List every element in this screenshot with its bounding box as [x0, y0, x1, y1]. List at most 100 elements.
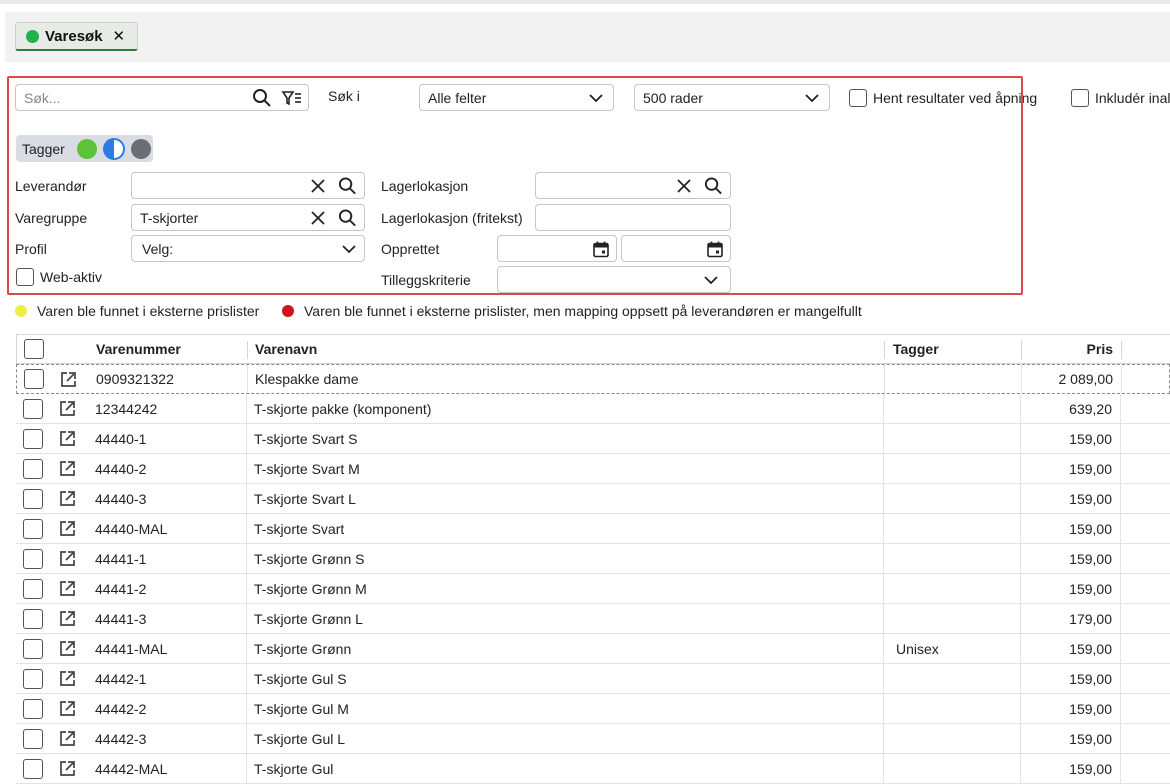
open-external-icon[interactable] — [59, 634, 76, 663]
table-row[interactable]: 44442-MAL T-skjorte Gul 159,00 — [16, 754, 1170, 784]
table-row[interactable]: 44441-MAL T-skjorte Grønn Unisex 159,00 — [16, 634, 1170, 664]
open-external-icon[interactable] — [59, 514, 76, 543]
tagger-label: Tagger — [22, 140, 65, 157]
cell-pris: 159,00 — [1069, 640, 1112, 657]
hent-resultater-checkbox[interactable]: Hent resultater ved åpning — [849, 89, 1037, 107]
header-tagger[interactable]: Tagger — [893, 335, 939, 363]
table-row[interactable]: 44442-3 T-skjorte Gul L 159,00 — [16, 724, 1170, 754]
search-icon[interactable] — [338, 208, 357, 227]
table-row[interactable]: 44441-1 T-skjorte Grønn S 159,00 — [16, 544, 1170, 574]
lagerlokasjon-fritekst-label: Lagerlokasjon (fritekst) — [381, 210, 523, 226]
row-checkbox[interactable] — [23, 694, 43, 723]
tagger-filter[interactable]: Tagger — [16, 135, 153, 162]
open-external-icon[interactable] — [59, 484, 76, 513]
cell-varenavn: T-skjorte pakke (komponent) — [254, 400, 432, 417]
clear-icon[interactable] — [310, 210, 326, 226]
chevron-down-icon — [589, 93, 603, 103]
cell-varenummer: 44442-3 — [95, 730, 147, 747]
profil-select[interactable]: Velg: — [131, 235, 365, 262]
search-input[interactable]: Søk... — [15, 84, 309, 111]
row-checkbox[interactable] — [23, 634, 43, 663]
row-checkbox[interactable] — [23, 574, 43, 603]
cell-tagger: Unisex — [896, 640, 939, 657]
open-external-icon[interactable] — [59, 574, 76, 603]
open-external-icon[interactable] — [59, 544, 76, 573]
close-tab-icon[interactable]: ✕ — [113, 27, 126, 45]
cell-varenummer: 44440-3 — [95, 490, 147, 507]
search-icon[interactable] — [704, 176, 723, 195]
row-checkbox[interactable] — [23, 454, 43, 483]
header-varenummer[interactable]: Varenummer — [96, 335, 181, 363]
row-checkbox[interactable] — [23, 664, 43, 693]
web-aktiv-checkbox[interactable]: Web-aktiv — [16, 268, 102, 286]
row-checkbox[interactable] — [23, 514, 43, 543]
open-external-icon[interactable] — [59, 604, 76, 633]
checkbox-box[interactable] — [849, 89, 867, 107]
table-row[interactable]: 44441-2 T-skjorte Grønn M 159,00 — [16, 574, 1170, 604]
calendar-icon[interactable] — [707, 240, 723, 257]
checkbox-box[interactable] — [16, 268, 34, 286]
table-row[interactable]: 44441-3 T-skjorte Grønn L 179,00 — [16, 604, 1170, 634]
cell-varenummer: 44442-1 — [95, 670, 147, 687]
row-checkbox[interactable] — [23, 544, 43, 573]
half-tag-icon[interactable] — [102, 137, 125, 160]
open-external-icon[interactable] — [59, 394, 76, 423]
open-external-icon[interactable] — [59, 694, 76, 723]
row-checkbox[interactable] — [24, 365, 44, 393]
leverandor-input[interactable] — [131, 172, 365, 199]
open-external-icon[interactable] — [59, 664, 76, 693]
filter-icon[interactable] — [281, 88, 303, 108]
table-row[interactable]: 44440-2 T-skjorte Svart M 159,00 — [16, 454, 1170, 484]
open-external-icon[interactable] — [60, 365, 77, 393]
cell-varenavn: T-skjorte Svart L — [254, 490, 356, 507]
table-row[interactable]: 44440-3 T-skjorte Svart L 159,00 — [16, 484, 1170, 514]
table-row[interactable]: 44440-MAL T-skjorte Svart 159,00 — [16, 514, 1170, 544]
gray-tag-icon[interactable] — [130, 138, 151, 159]
cell-varenavn: T-skjorte Svart M — [254, 460, 360, 477]
tilleggskriterie-label: Tilleggskriterie — [381, 272, 471, 288]
search-icon[interactable] — [338, 176, 357, 195]
lagerlokasjon-input[interactable] — [535, 172, 731, 199]
select-all-checkbox[interactable] — [24, 335, 44, 363]
open-external-icon[interactable] — [59, 454, 76, 483]
table-row[interactable]: 44442-2 T-skjorte Gul M 159,00 — [16, 694, 1170, 724]
row-checkbox[interactable] — [23, 724, 43, 753]
leverandor-label: Leverandør — [15, 178, 87, 194]
row-checkbox[interactable] — [23, 604, 43, 633]
row-checkbox[interactable] — [23, 754, 43, 783]
cell-varenummer: 0909321322 — [96, 371, 174, 387]
opprettet-to-input[interactable] — [621, 235, 731, 262]
open-external-icon[interactable] — [59, 424, 76, 453]
cell-varenummer: 44440-1 — [95, 430, 147, 447]
cell-pris: 159,00 — [1069, 460, 1112, 477]
clear-icon[interactable] — [310, 178, 326, 194]
yellow-dot-icon — [15, 305, 27, 317]
header-pris[interactable]: Pris — [1023, 335, 1113, 363]
table-row[interactable]: 44442-1 T-skjorte Gul S 159,00 — [16, 664, 1170, 694]
table-row[interactable]: 44440-1 T-skjorte Svart S 159,00 — [16, 424, 1170, 454]
tab-varesok[interactable]: Varesøk ✕ — [15, 22, 139, 51]
inkluder-checkbox[interactable]: Inkludér inal — [1071, 89, 1170, 107]
search-icon[interactable] — [252, 88, 272, 108]
row-checkbox[interactable] — [23, 394, 43, 423]
field-select[interactable]: Alle felter — [419, 84, 614, 111]
varegruppe-input[interactable]: T-skjorter — [131, 204, 365, 231]
open-external-icon[interactable] — [59, 724, 76, 753]
row-checkbox[interactable] — [23, 484, 43, 513]
cell-pris: 159,00 — [1069, 520, 1112, 537]
row-checkbox[interactable] — [23, 424, 43, 453]
lagerlokasjon-fritekst-input[interactable] — [535, 204, 731, 231]
green-tag-icon[interactable] — [76, 138, 97, 159]
opprettet-from-input[interactable] — [497, 235, 617, 262]
opprettet-label: Opprettet — [381, 241, 440, 257]
table-row[interactable]: 0909321322 Klespakke dame 2 089,00 — [16, 364, 1170, 394]
clear-icon[interactable] — [676, 178, 692, 194]
checkbox-box[interactable] — [1071, 89, 1089, 107]
tilleggskriterie-select[interactable] — [497, 266, 731, 293]
header-varenavn[interactable]: Varenavn — [255, 335, 317, 363]
rows-select[interactable]: 500 rader — [634, 84, 830, 111]
calendar-icon[interactable] — [593, 240, 609, 257]
table-row[interactable]: 12344242 T-skjorte pakke (komponent) 639,2… — [16, 394, 1170, 424]
open-external-icon[interactable] — [59, 754, 76, 783]
chevron-down-icon — [342, 244, 356, 254]
